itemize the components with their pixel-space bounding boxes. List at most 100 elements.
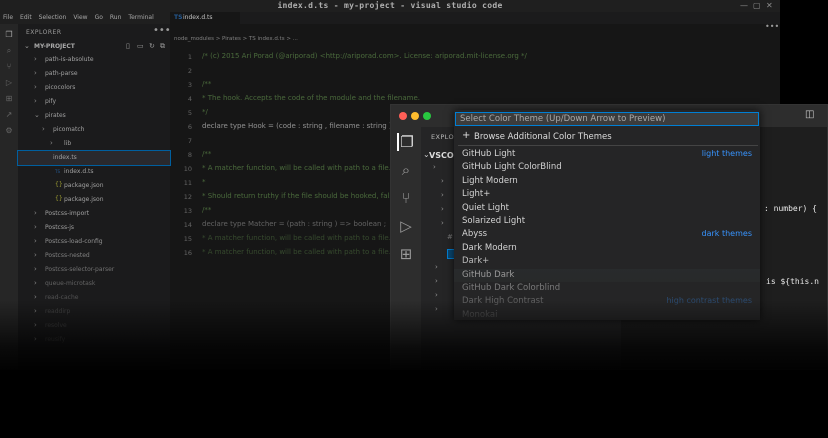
theme-item[interactable]: Dark Modern bbox=[454, 242, 760, 255]
line-number: 5 bbox=[187, 109, 192, 117]
tree-item[interactable]: › resolve bbox=[18, 319, 170, 333]
chevron-right-icon[interactable]: › bbox=[435, 263, 438, 271]
tree-item-label: picocolors bbox=[45, 84, 76, 91]
files-icon[interactable]: ❐ bbox=[4, 30, 14, 39]
tree-item-label: pirates bbox=[45, 112, 66, 119]
tree-item[interactable]: › queue-microtask bbox=[18, 277, 170, 291]
tree-item[interactable]: › Postcss-nested bbox=[18, 249, 170, 263]
tree-item[interactable]: › reusify bbox=[18, 333, 170, 347]
theme-group-label: dark themes bbox=[701, 229, 752, 239]
theme-item[interactable]: Light Modern bbox=[454, 175, 760, 188]
search-icon[interactable]: ⌕ bbox=[397, 161, 415, 179]
source-control-icon[interactable]: ⑂ bbox=[397, 189, 415, 207]
tree-item[interactable]: › readdirp bbox=[18, 305, 170, 319]
settings-icon[interactable]: ⚙ bbox=[4, 126, 14, 135]
extensions-icon[interactable]: ⊞ bbox=[397, 245, 415, 263]
chevron-right-icon[interactable]: › bbox=[441, 177, 444, 185]
tree-item[interactable]: › path-is-absolute bbox=[18, 53, 170, 67]
menu-file[interactable]: File bbox=[0, 12, 17, 24]
menu-edit[interactable]: Edit bbox=[17, 12, 36, 24]
theme-item[interactable]: Monokai bbox=[454, 309, 760, 322]
search-icon[interactable]: ⌕ bbox=[4, 46, 14, 55]
remote-icon[interactable]: ↗ bbox=[4, 110, 14, 119]
extensions-icon[interactable]: ⊞ bbox=[4, 94, 14, 103]
editor-more-icon[interactable]: ••• bbox=[765, 22, 779, 31]
chevron-right-icon: › bbox=[50, 139, 53, 147]
code-text: /* (c) 2015 Ari Porad (@ariporad) <http:… bbox=[202, 52, 527, 60]
tree-item[interactable]: {} package.json bbox=[18, 179, 170, 193]
tree-item[interactable]: › path-parse bbox=[18, 67, 170, 81]
tree-item[interactable]: › Postcss-js bbox=[18, 221, 170, 235]
title-bar: index.d.ts - my-project - visual studio … bbox=[0, 0, 780, 12]
chevron-right-icon[interactable]: › bbox=[441, 191, 444, 199]
tree-item[interactable]: {} package.json bbox=[18, 193, 170, 207]
close-icon[interactable]: ✕ bbox=[766, 1, 773, 10]
theme-item[interactable]: GitHub Light light themes bbox=[454, 148, 760, 161]
browse-themes-item[interactable]: + Browse Additional Color Themes bbox=[454, 130, 760, 144]
chevron-right-icon[interactable]: › bbox=[435, 305, 438, 313]
code-line[interactable]: 1 /* (c) 2015 Ari Porad (@ariporad) <http… bbox=[170, 51, 780, 65]
close-dot-icon[interactable] bbox=[399, 112, 407, 120]
tree-item[interactable]: ⌄ pirates bbox=[18, 109, 170, 123]
menu-run[interactable]: Run bbox=[107, 12, 126, 24]
theme-item[interactable]: Dark High Contrast high contrast themes bbox=[454, 295, 760, 308]
project-section[interactable]: ⌄ MY-PROJECT ▯ ▭ ↻ ⧉ bbox=[18, 41, 170, 53]
refresh-icon[interactable]: ↻ bbox=[149, 42, 155, 50]
tree-item-label: index.d.ts bbox=[64, 168, 94, 175]
tree-item[interactable]: › picomatch bbox=[18, 123, 170, 137]
tree-item[interactable]: › Postcss-import bbox=[18, 207, 170, 221]
theme-item[interactable]: Light+ bbox=[454, 188, 760, 201]
tree-item-label: package.json bbox=[64, 196, 104, 203]
layout-icon[interactable]: ◫ bbox=[805, 109, 814, 120]
theme-item[interactable]: Solarized Light bbox=[454, 215, 760, 228]
zoom-dot-icon[interactable] bbox=[423, 112, 431, 120]
tree-item[interactable]: › lib bbox=[18, 137, 170, 151]
run-debug-icon[interactable]: ▷ bbox=[4, 78, 14, 87]
tree-item[interactable]: TS index.d.ts bbox=[18, 165, 170, 179]
chevron-down-icon: ⌄ bbox=[24, 42, 30, 50]
code-line[interactable]: 3 /** bbox=[170, 79, 780, 93]
tree-item[interactable]: › Postcss-load-config bbox=[18, 235, 170, 249]
menu-terminal[interactable]: Terminal bbox=[125, 12, 157, 24]
tree-item[interactable]: › Postcss-selector-parser bbox=[18, 263, 170, 277]
collapse-all-icon[interactable]: ⧉ bbox=[160, 42, 165, 51]
theme-item[interactable]: Quiet Light bbox=[454, 202, 760, 215]
code-text: declare type Matcher = (path : string ) … bbox=[202, 220, 387, 228]
menu-view[interactable]: View bbox=[70, 12, 91, 24]
theme-name: Monokai bbox=[462, 309, 498, 320]
chevron-right-icon[interactable]: › bbox=[435, 291, 438, 299]
breadcrumb[interactable]: node_modules > Pirates > TS index.d.ts >… bbox=[174, 36, 298, 42]
explorer-sidebar: EXPLORER ••• ⌄ MY-PROJECT ▯ ▭ ↻ ⧉ › path-… bbox=[17, 24, 171, 370]
theme-item[interactable]: GitHub Dark Colorblind bbox=[454, 282, 760, 295]
code-line[interactable]: 2 bbox=[170, 65, 780, 79]
tree-item-label: reusify bbox=[45, 336, 66, 343]
chevron-right-icon[interactable]: › bbox=[441, 205, 444, 213]
more-actions-icon[interactable]: ••• bbox=[153, 25, 171, 36]
theme-search-input[interactable]: Select Color Theme (Up/Down Arrow to Pre… bbox=[455, 112, 759, 126]
new-file-icon[interactable]: ▯ bbox=[126, 42, 130, 50]
tree-item[interactable]: › read-cache bbox=[18, 291, 170, 305]
minimize-icon[interactable]: — bbox=[740, 1, 748, 10]
theme-item[interactable]: Dark+ bbox=[454, 255, 760, 268]
tree-item[interactable]: › picocolors bbox=[18, 81, 170, 95]
minimize-dot-icon[interactable] bbox=[411, 112, 419, 120]
tree-item-label: package.json bbox=[64, 182, 104, 189]
tree-item-label: Postcss-load-config bbox=[45, 238, 103, 245]
run-debug-icon[interactable]: ▷ bbox=[397, 217, 415, 235]
chevron-right-icon[interactable]: › bbox=[435, 277, 438, 285]
chevron-right-icon[interactable]: › bbox=[441, 219, 444, 227]
files-icon[interactable]: ❐ bbox=[397, 133, 415, 151]
tree-item[interactable]: index.ts bbox=[17, 150, 171, 166]
tab-index-d-ts[interactable]: TS index.d.ts bbox=[170, 12, 240, 24]
chevron-right-icon[interactable]: › bbox=[433, 163, 436, 171]
theme-item[interactable]: GitHub Light ColorBlind bbox=[454, 161, 760, 174]
theme-item[interactable]: Abyss dark themes bbox=[454, 228, 760, 241]
source-control-icon[interactable]: ⑂ bbox=[4, 62, 14, 71]
theme-item[interactable]: GitHub Dark bbox=[454, 268, 760, 282]
new-folder-icon[interactable]: ▭ bbox=[137, 42, 144, 50]
menu-selection[interactable]: Selection bbox=[36, 12, 71, 24]
tree-item-label: lib bbox=[64, 140, 72, 147]
maximize-icon[interactable]: ▢ bbox=[753, 1, 761, 10]
menu-go[interactable]: Go bbox=[92, 12, 107, 24]
tree-item[interactable]: › pify bbox=[18, 95, 170, 109]
